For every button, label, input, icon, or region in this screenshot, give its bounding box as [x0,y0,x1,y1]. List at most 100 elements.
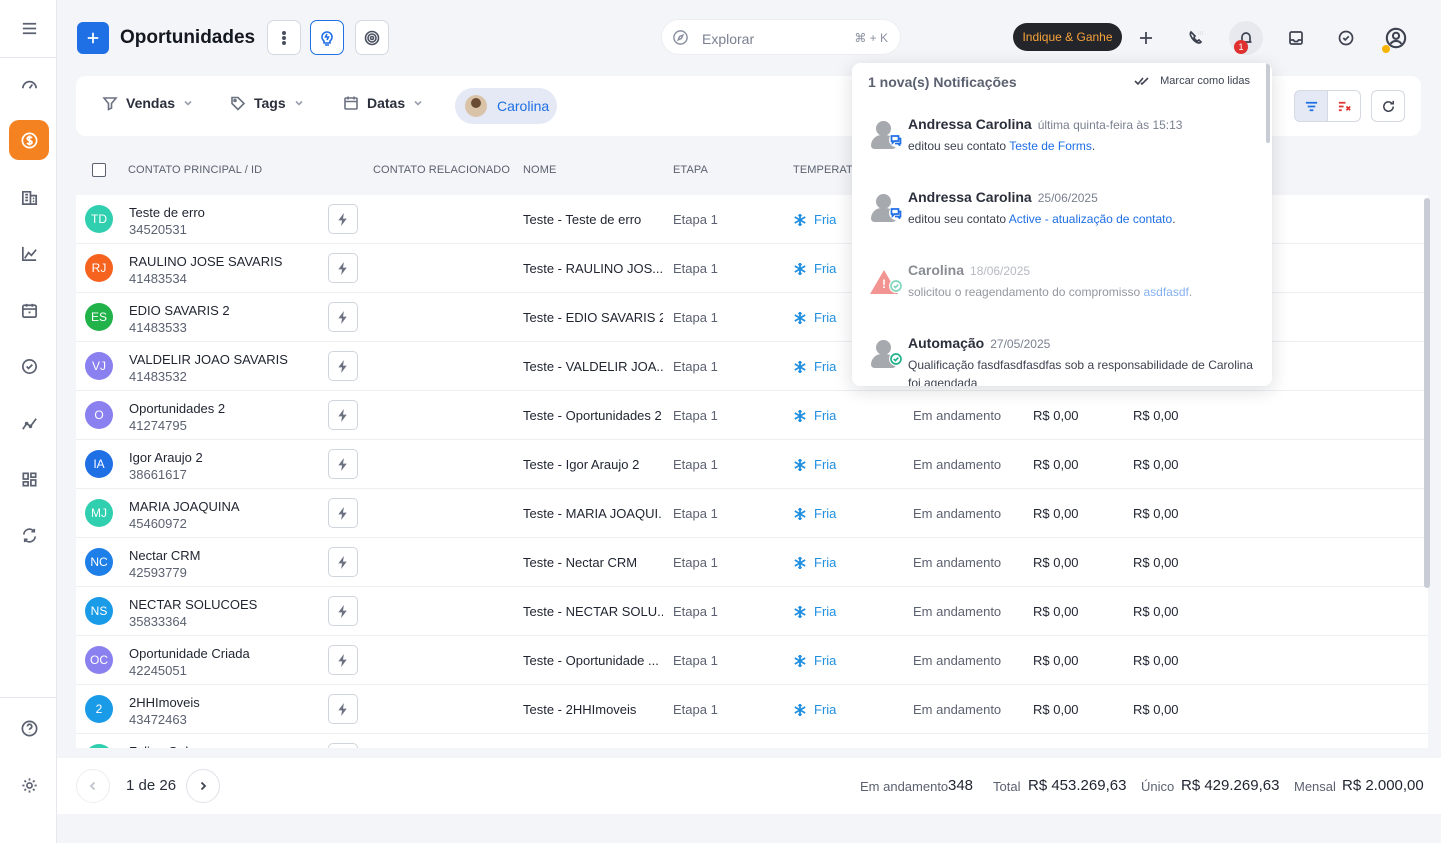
contact-name[interactable]: RAULINO JOSE SAVARIS [129,254,282,269]
table-row[interactable]: O Oportunidades 2 41274795 Teste - Oportuni… [76,391,1428,440]
contact-name[interactable]: Oportunidades 2 [129,401,225,416]
notifications-scrollbar[interactable] [1266,63,1270,143]
quick-action-button[interactable] [328,302,358,332]
contact-name[interactable]: Felipe Gulnar [129,744,207,748]
table-row[interactable]: NC Nectar CRM 42593779 Teste - Nectar CRM Et… [76,538,1428,587]
opportunity-name[interactable]: Teste - RAULINO JOS... [523,261,663,276]
quick-action-button[interactable] [328,596,358,626]
quick-action-button[interactable] [328,743,358,748]
notification-item[interactable]: ! Carolina 18/06/2025 solicitou o reagendam… [868,262,1258,322]
search-bar[interactable]: Explorar ⌘ + K [661,19,901,55]
opportunity-name[interactable]: Teste - Oportunidades 2 [523,408,663,423]
table-row[interactable]: MJ MARIA JOAQUINA 45460972 Teste - MARIA JO… [76,489,1428,538]
opportunities-dollar-icon[interactable] [9,120,49,160]
funnel-trend-icon[interactable] [9,403,49,443]
menu-icon[interactable] [9,8,49,48]
clear-filter-button[interactable] [1327,90,1361,122]
contact-name[interactable]: Oportunidade Criada [129,646,250,661]
col-contato[interactable]: CONTATO PRINCIPAL / ID [128,164,262,176]
notification-author-name: Andressa Carolina [908,116,1032,132]
fingerprint-button[interactable] [355,20,389,55]
notification-link[interactable]: Active - atualização de contato [1009,212,1172,226]
status-cell: Em andamento [913,506,1002,521]
col-temperatura[interactable]: TEMPERATU [793,164,861,176]
opportunity-name[interactable]: Teste - Oportunidade ... [523,653,663,668]
create-plus-icon[interactable] [1132,24,1160,52]
quick-action-button[interactable] [328,547,358,577]
fingerprint-icon [364,30,380,45]
tasks-done-icon[interactable] [1332,24,1360,52]
opportunity-name[interactable]: Teste - 2HHImoveis [523,702,663,717]
table-row[interactable]: NS NECTAR SOLUCOES 35833364 Teste - NECTAR … [76,587,1428,636]
filter-tags[interactable]: Tags [230,95,304,111]
quick-action-button[interactable] [328,253,358,283]
table-row[interactable]: OC Oportunidade Criada 42245051 Teste - Opo… [76,636,1428,685]
dashboard-gauge-icon[interactable] [9,64,49,104]
filter-vendas[interactable]: Vendas [102,95,193,111]
phone-dialer-icon[interactable] [1182,24,1210,52]
col-etapa[interactable]: ETAPA [673,164,708,176]
companies-building-icon[interactable] [9,177,49,217]
chevron-down-icon [184,100,192,106]
quick-action-button[interactable] [328,645,358,675]
contact-name[interactable]: EDIO SAVARIS 2 [129,303,230,318]
more-options-button[interactable] [267,20,301,55]
status-cell: Em andamento [913,555,1002,570]
reports-chart-icon[interactable] [9,233,49,273]
add-opportunity-button[interactable] [77,22,109,54]
quick-action-button[interactable] [328,351,358,381]
opportunity-name[interactable]: Teste - Nectar CRM [523,555,663,570]
contact-name[interactable]: Teste de erro [129,205,205,220]
lightning-icon [338,506,347,520]
contact-name[interactable]: VALDELIR JOAO SAVARIS [129,352,288,367]
quick-action-button[interactable] [328,694,358,724]
table-row[interactable]: IA Igor Araujo 2 38661617 Teste - Igor Arau… [76,440,1428,489]
contact-name[interactable]: 2HHImoveis [129,695,200,710]
stage-cell: Etapa 1 [673,359,718,374]
notification-link[interactable]: asdfasdf [1143,285,1188,299]
opportunity-name[interactable]: Teste - MARIA JOAQUI... [523,506,663,521]
opportunity-name[interactable]: Teste - Teste de erro [523,212,663,227]
plus-icon [87,32,99,44]
contact-name[interactable]: MARIA JOAQUINA [129,499,240,514]
contact-name[interactable]: NECTAR SOLUCOES [129,597,257,612]
table-scrollbar[interactable] [1424,198,1430,588]
notification-time: última quinta-feira às 15:13 [1037,118,1183,132]
opportunity-name[interactable]: Teste - NECTAR SOLU... [523,604,663,619]
filter-list-button[interactable] [1294,90,1328,122]
inbox-icon[interactable] [1282,24,1310,52]
filter-datas[interactable]: Datas [343,95,423,111]
col-relacionado[interactable]: CONTATO RELACIONADO [373,164,510,176]
ai-insights-button[interactable] [310,20,344,55]
contact-name[interactable]: Nectar CRM [129,548,201,563]
settings-gear-icon[interactable] [9,765,49,805]
contact-name[interactable]: Igor Araujo 2 [129,450,203,465]
status-cell: Em andamento [913,457,1002,472]
opportunity-name[interactable]: Teste - Igor Araujo 2 [523,457,663,472]
quick-action-button[interactable] [328,204,358,234]
notification-item[interactable]: Andressa Carolina 25/06/2025 editou seu co… [868,189,1258,249]
apps-grid-icon[interactable] [9,459,49,499]
table-row[interactable]: 2 2HHImoveis 43472463 Teste - 2HHImoveis Eta… [76,685,1428,734]
col-nome[interactable]: NOME [523,164,556,176]
notification-author: Carolina 18/06/2025 [908,262,1030,278]
opportunity-name[interactable]: Teste - EDIO SAVARIS 2 [523,310,663,325]
table-row[interactable]: Felipe Gulnar [76,734,1428,748]
quick-action-button[interactable] [328,449,358,479]
quick-action-button[interactable] [328,400,358,430]
notification-item[interactable]: Automação 27/05/2025 Qualificação fasdfasd… [868,335,1258,386]
opportunity-name[interactable]: Teste - VALDELIR JOA... [523,359,663,374]
next-page-button[interactable] [186,769,220,803]
help-icon[interactable] [9,708,49,748]
notification-link[interactable]: Teste de Forms [1009,139,1092,153]
prev-page-button[interactable] [76,769,110,803]
notification-item[interactable]: Andressa Carolina última quinta-feira às … [868,116,1258,176]
refresh-button[interactable] [1371,90,1405,122]
sync-icon[interactable] [9,515,49,555]
quick-action-button[interactable] [328,498,358,528]
indique-ganhe-button[interactable]: Indique & Ganhe [1013,23,1122,51]
user-filter-chip[interactable]: Carolina [455,88,557,124]
mark-as-read-button[interactable]: Marcar como lidas [1134,75,1250,87]
calendar-icon[interactable] [9,290,49,330]
tasks-check-icon[interactable] [9,346,49,386]
